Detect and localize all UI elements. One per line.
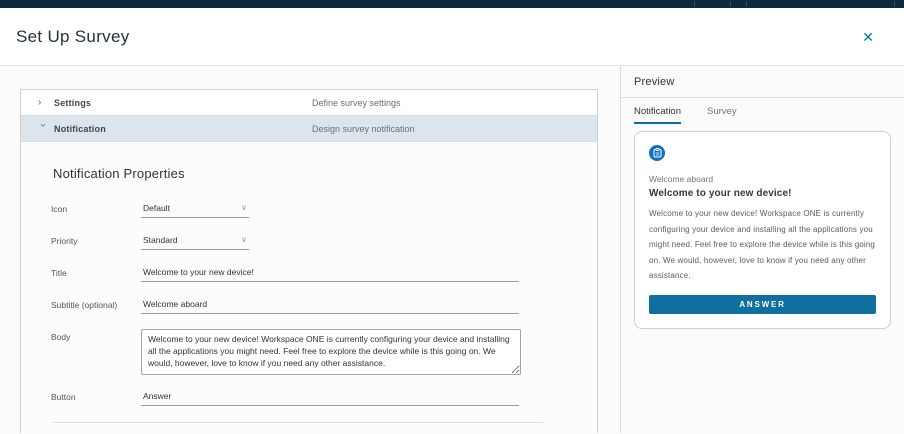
- tab-separator: [746, 1, 747, 7]
- title-field-row: Title: [51, 265, 569, 282]
- configuration-pane: › Settings Define survey settings › Noti…: [0, 66, 620, 433]
- form-footer-divider: [53, 422, 543, 423]
- dialog-body: › Settings Define survey settings › Noti…: [0, 66, 904, 433]
- section-label: Settings: [54, 97, 92, 108]
- button-label-input[interactable]: [141, 389, 519, 406]
- subtitle-input[interactable]: [141, 297, 519, 314]
- preview-card-subtitle: Welcome aboard: [649, 174, 714, 184]
- section-description: Define survey settings: [312, 97, 401, 108]
- notification-properties-form: Notification Properties Icon Default ∨ P…: [21, 142, 597, 434]
- accordion-section-notification[interactable]: › Notification Design survey notificatio…: [21, 116, 597, 142]
- body-textarea[interactable]: Welcome to your new device! Workspace ON…: [141, 329, 521, 375]
- chevron-down-icon: ∨: [241, 235, 247, 244]
- preview-tabs: Notification Survey: [621, 98, 904, 124]
- icon-field-label: Icon: [51, 204, 68, 214]
- title-field-label: Title: [51, 268, 67, 278]
- priority-field-label: Priority: [51, 236, 78, 246]
- icon-select[interactable]: Default ∨: [141, 201, 249, 218]
- tab-survey[interactable]: Survey: [707, 98, 737, 124]
- answer-button[interactable]: ANSWER: [649, 294, 876, 314]
- notification-preview-card: Welcome aboard Welcome to your new devic…: [634, 131, 891, 329]
- preview-card-title: Welcome to your new device!: [649, 188, 792, 199]
- tab-separator: [694, 1, 695, 7]
- priority-field-row: Priority Standard ∨: [51, 233, 569, 250]
- accordion-section-settings[interactable]: › Settings Define survey settings: [21, 90, 597, 116]
- icon-field-row: Icon Default ∨: [51, 201, 569, 218]
- clipboard-icon: [649, 145, 665, 161]
- tab-separator: [730, 1, 731, 7]
- dialog-header: Set Up Survey ✕: [0, 8, 904, 66]
- button-field-label: Button: [51, 392, 76, 402]
- priority-select[interactable]: Standard ∨: [141, 233, 249, 250]
- body-field-row: Body Welcome to your new device! Workspa…: [51, 329, 569, 375]
- form-heading: Notification Properties: [53, 166, 185, 181]
- close-icon[interactable]: ✕: [860, 28, 876, 46]
- priority-select-value: Standard: [143, 235, 178, 245]
- chevron-right-icon: ›: [38, 97, 42, 108]
- preview-card-body: Welcome to your new device! Workspace ON…: [649, 209, 876, 281]
- preview-pane: Preview Notification Survey Welcome aboa…: [620, 66, 904, 433]
- subtitle-field-row: Subtitle (optional): [51, 297, 569, 314]
- body-field-label: Body: [51, 332, 71, 342]
- preview-heading: Preview: [621, 66, 904, 98]
- title-input[interactable]: [141, 265, 519, 282]
- section-label: Notification: [54, 123, 106, 134]
- chevron-down-icon: ›: [37, 123, 49, 127]
- tab-separator: [894, 1, 895, 7]
- subtitle-field-label: Subtitle (optional): [51, 300, 118, 310]
- survey-accordion: › Settings Define survey settings › Noti…: [20, 89, 598, 433]
- tab-notification[interactable]: Notification: [634, 98, 681, 124]
- icon-select-value: Default: [143, 203, 170, 213]
- section-description: Design survey notification: [312, 123, 415, 134]
- page-title: Set Up Survey: [16, 26, 130, 46]
- browser-chrome-bar: [0, 0, 904, 8]
- button-field-row: Button: [51, 389, 569, 406]
- chevron-down-icon: ∨: [241, 203, 247, 212]
